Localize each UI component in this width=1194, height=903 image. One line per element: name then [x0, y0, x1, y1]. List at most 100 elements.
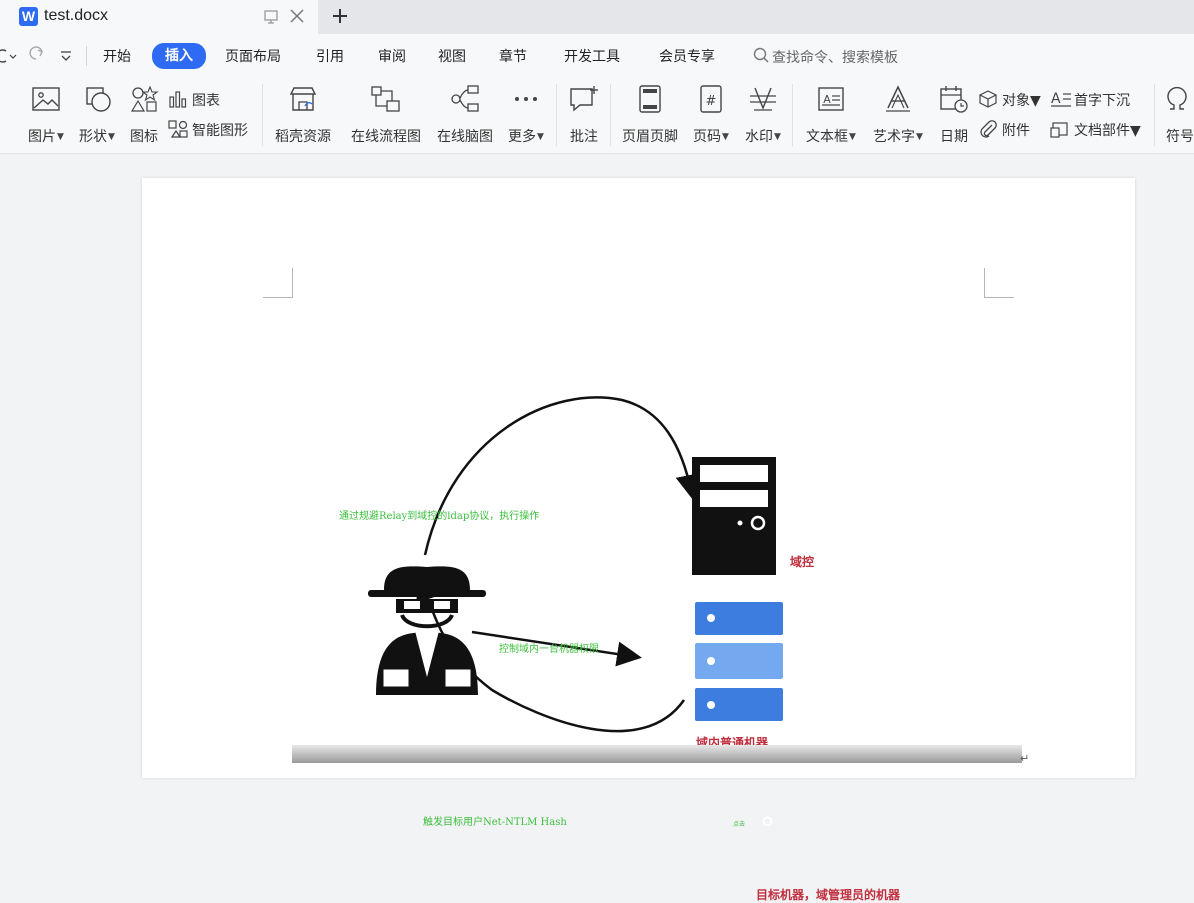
- page-number-icon: #: [700, 85, 722, 113]
- search-icon: [753, 47, 769, 63]
- customize-toolbar-icon[interactable]: [61, 51, 71, 61]
- top-arrow-label: 通过规避Relay到域控的ldap协议，执行操作: [339, 511, 540, 522]
- page-number-button[interactable]: # 页码▼: [688, 84, 734, 148]
- picture-label: 图片: [28, 129, 57, 145]
- header-footer-icon: [639, 85, 661, 113]
- document-canvas[interactable]: 通过规避Relay到域控的ldap协议，执行操作 控制域内一台机器权限 触发目标…: [0, 155, 1194, 902]
- domain-controller-icon: [692, 457, 776, 575]
- menu-view[interactable]: 视图: [438, 46, 466, 66]
- ribbon-divider: [1154, 84, 1155, 146]
- object-label: 对象: [1002, 93, 1030, 109]
- chevron-down-icon: ▼: [1130, 123, 1141, 139]
- online-flowchart-label: 在线流程图: [351, 129, 421, 145]
- middle-arrow-label: 控制域内一台机器权限: [499, 644, 599, 655]
- text-box-button[interactable]: A 文本框▼: [800, 84, 862, 148]
- shape-label: 形状: [79, 129, 108, 145]
- menu-page-layout[interactable]: 页面布局: [225, 46, 281, 66]
- word-art-button[interactable]: 艺术字▼: [868, 84, 928, 148]
- menu-home[interactable]: 开始: [103, 46, 131, 66]
- window-float-icon[interactable]: [262, 8, 280, 26]
- undo-icon[interactable]: [0, 49, 17, 63]
- search-placeholder: 查找命令、搜索模板: [772, 50, 898, 66]
- chart-button[interactable]: 图表: [168, 88, 234, 112]
- online-mindmap-label: 在线脑图: [437, 129, 493, 145]
- more-button[interactable]: 更多▼: [503, 84, 549, 148]
- attacker-hacker-icon: [368, 566, 486, 695]
- ribbon-divider: [610, 84, 611, 146]
- quick-access-toolbar: [0, 46, 71, 63]
- doc-parts-label: 文档部件: [1074, 123, 1130, 139]
- calendar-clock-icon: [940, 86, 968, 113]
- attachment-label: 附件: [1002, 123, 1030, 139]
- icon-button[interactable]: 图标: [126, 84, 162, 148]
- chevron-down-icon: ▼: [722, 132, 729, 142]
- comment-label: 批注: [570, 129, 598, 145]
- comment-button[interactable]: 批注: [564, 84, 604, 148]
- click-mini-label: 点击: [733, 821, 746, 828]
- new-tab-icon[interactable]: [330, 6, 350, 26]
- paragraph-mark-icon: ↵: [1020, 752, 1030, 765]
- wps-writer-icon: W: [19, 7, 38, 26]
- relay-arrow-top: [423, 396, 701, 556]
- doc-parts-icon: [1050, 122, 1068, 138]
- menu-references[interactable]: 引用: [316, 46, 344, 66]
- drop-cap-icon: A: [1051, 91, 1071, 107]
- menu-review[interactable]: 审阅: [378, 46, 406, 66]
- menu-membership[interactable]: 会员专享: [659, 46, 715, 66]
- chevron-down-icon: ▼: [1030, 93, 1041, 109]
- outlook-letter: O: [762, 813, 773, 829]
- picture-icon: [32, 87, 60, 111]
- doc-parts-button[interactable]: 文档部件▼: [1050, 118, 1148, 142]
- drop-cap-label: 首字下沉: [1074, 93, 1130, 109]
- chevron-down-icon: ▼: [57, 132, 64, 142]
- page-number-label: 页码: [693, 129, 722, 145]
- menu-section[interactable]: 章节: [499, 46, 527, 66]
- watermark-icon: [750, 87, 776, 111]
- icon-label: 图标: [130, 129, 158, 145]
- tab-title: test.docx: [44, 7, 109, 24]
- online-mindmap-button[interactable]: 在线脑图: [432, 84, 498, 148]
- mindmap-icon: [451, 85, 479, 112]
- more-dots-icon: [515, 97, 537, 101]
- menu-insert[interactable]: 插入: [152, 43, 206, 69]
- header-footer-button[interactable]: 页眉页脚: [618, 84, 682, 148]
- menu-developer[interactable]: 开发工具: [564, 46, 620, 66]
- redo-icon[interactable]: [29, 46, 43, 60]
- domain-controller-label: 域控: [790, 555, 815, 569]
- ribbon-divider: [792, 84, 793, 146]
- margin-marker-top-left: [263, 268, 293, 298]
- svg-text:A: A: [823, 93, 831, 106]
- close-tab-icon[interactable]: [288, 7, 306, 25]
- menu-bar: 开始 插入 页面布局 引用 审阅 视图 章节 开发工具 会员专享 查找命令、搜索…: [0, 34, 1194, 78]
- smart-graphic-button[interactable]: 智能图形: [168, 118, 258, 142]
- embedded-diagram-image[interactable]: 通过规避Relay到域控的ldap协议，执行操作 控制域内一台机器权限 触发目标…: [292, 285, 1022, 902]
- smart-graphic-icon: [168, 120, 188, 138]
- ribbon-divider: [556, 84, 557, 146]
- image-bottom-edge: [292, 745, 1022, 763]
- word-art-icon: [886, 85, 910, 112]
- bottom-arrow-label: 触发目标用户Net-NTLM Hash: [423, 817, 567, 828]
- chart-icon: [169, 91, 187, 108]
- drop-cap-button[interactable]: A 首字下沉: [1050, 88, 1142, 112]
- attachment-button[interactable]: 附件: [978, 118, 1044, 142]
- object-button[interactable]: 对象▼: [978, 88, 1044, 112]
- text-box-icon: A: [818, 87, 844, 111]
- store-icon: [289, 87, 317, 111]
- icons-library-icon: [130, 85, 159, 112]
- online-flowchart-button[interactable]: 在线流程图: [346, 84, 426, 148]
- date-button[interactable]: 日期: [934, 84, 974, 148]
- chart-label: 图表: [192, 93, 220, 109]
- date-label: 日期: [940, 129, 968, 145]
- svg-text:A: A: [1051, 91, 1061, 107]
- paperclip-icon: [980, 120, 997, 138]
- comment-icon: [570, 86, 598, 112]
- symbol-button[interactable]: 符号: [1162, 84, 1194, 148]
- flowchart-icon: [371, 86, 400, 112]
- more-label: 更多: [508, 129, 537, 145]
- shape-button[interactable]: 形状▼: [74, 84, 120, 148]
- tab-bar: W test.docx: [0, 0, 1194, 34]
- docer-resources-button[interactable]: 稻壳资源: [268, 84, 338, 148]
- picture-button[interactable]: 图片▼: [24, 84, 68, 148]
- document-tab[interactable]: W test.docx: [0, 0, 318, 34]
- watermark-button[interactable]: 水印▼: [740, 84, 786, 148]
